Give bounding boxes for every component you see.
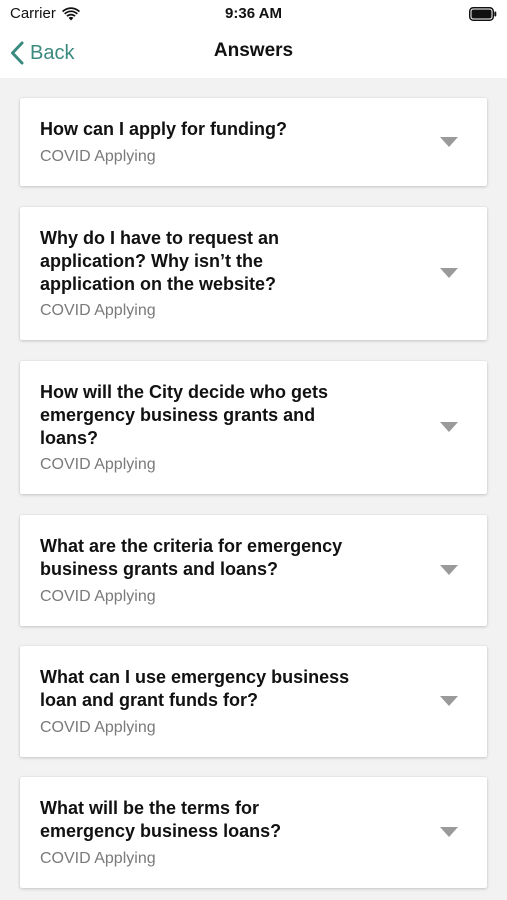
faq-item[interactable]: How can I apply for funding? COVID Apply…: [20, 98, 487, 186]
faq-question: Why do I have to request an application?…: [40, 228, 280, 294]
navigation-bar: Back Answers: [0, 28, 507, 78]
faq-category: COVID Applying: [40, 588, 156, 605]
faq-question: How will the City decide who gets emerge…: [40, 382, 329, 448]
faq-category: COVID Applying: [40, 850, 156, 867]
faq-item[interactable]: What will be the terms for emergency bus…: [20, 777, 487, 888]
faq-item[interactable]: What can I use emergency business loan a…: [20, 646, 487, 757]
faq-item[interactable]: What are the criteria for emergency busi…: [20, 515, 487, 626]
faq-question: What can I use emergency business loan a…: [40, 667, 350, 710]
page-title: Answers: [213, 40, 294, 61]
status-bar: Carrier 9:36 AM: [0, 0, 507, 28]
battery-icon: [469, 7, 497, 21]
faq-category: COVID Applying: [40, 148, 156, 165]
clock: 9:36 AM: [225, 5, 282, 22]
chevron-down-icon: [440, 827, 458, 837]
chevron-down-icon: [440, 565, 458, 575]
faq-category: COVID Applying: [40, 302, 156, 319]
faq-question: How can I apply for funding?: [40, 119, 287, 139]
faq-question: What are the criteria for emergency busi…: [40, 536, 343, 579]
faq-item[interactable]: Why do I have to request an application?…: [20, 207, 487, 340]
chevron-down-icon: [440, 696, 458, 706]
chevron-down-icon: [440, 137, 458, 147]
faq-item[interactable]: How will the City decide who gets emerge…: [20, 361, 487, 494]
faq-question: What will be the terms for emergency bus…: [40, 798, 282, 841]
faq-category: COVID Applying: [40, 719, 156, 736]
chevron-down-icon: [440, 268, 458, 278]
faq-category: COVID Applying: [40, 456, 156, 473]
chevron-down-icon: [440, 422, 458, 432]
